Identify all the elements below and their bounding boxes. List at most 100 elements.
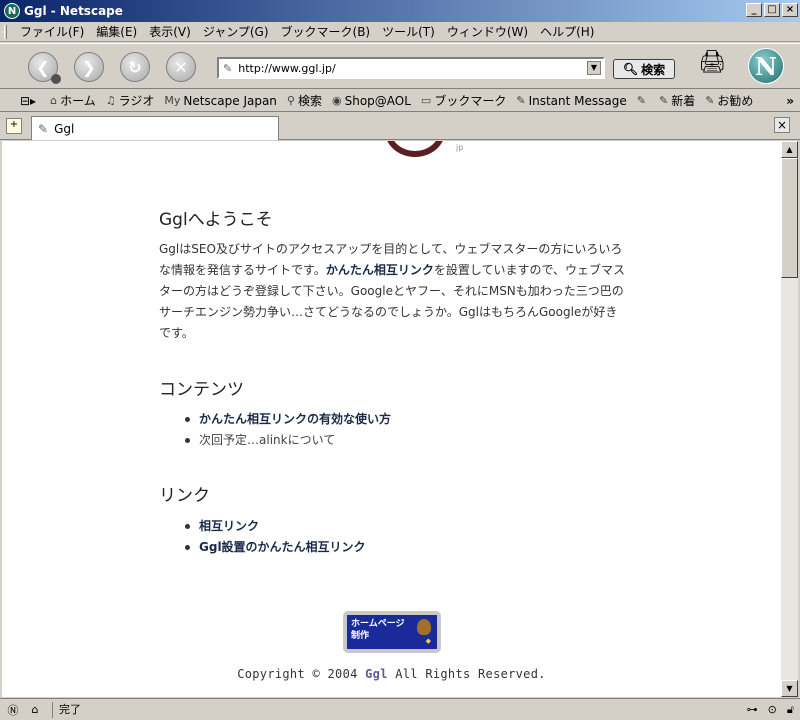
netscape-throbber-icon[interactable]: N [748, 48, 784, 84]
security-lock-icon[interactable]: 🔓︎ [787, 703, 794, 717]
tab-bar: + ✎ Ggl × [0, 113, 800, 140]
bookmark-label: Netscape Japan [183, 93, 277, 108]
page-proxy-icon[interactable]: ✎ [223, 62, 232, 75]
menu-window[interactable]: ウィンドウ(W) [441, 23, 534, 40]
links-heading: リンク [159, 486, 210, 506]
navigation-toolbar: ❮ ❯ ↻ ✕ ✎ http://www.ggl.jp/ ▼ 🔍︎ 検索 🖨︎ … [0, 43, 800, 89]
homepage-production-banner[interactable]: ホームページ 制作 ◆ [343, 611, 441, 653]
aol-icon: ◉ [332, 94, 342, 107]
how-to-use-link[interactable]: かんたん相互リンクの有効な使い方 [199, 409, 391, 430]
bookmark-icon: ✎ [705, 94, 715, 107]
bear-icon [417, 619, 431, 635]
list-item: かんたん相互リンクの有効な使い方 [185, 409, 391, 430]
privacy-icon[interactable]: ⊙ [768, 703, 777, 717]
scrollbar-thumb[interactable] [781, 158, 798, 278]
tab-ggl[interactable]: ✎ Ggl [31, 116, 279, 140]
bookmark-label: ラジオ [118, 94, 155, 108]
search-icon: ⚲ [286, 94, 295, 107]
personal-toolbar-menu[interactable]: ⊟▸ [20, 94, 36, 108]
menu-edit[interactable]: 編集(E) [90, 23, 143, 40]
contents-list: かんたん相互リンクの有効な使い方 次回予定…alinkについて [185, 409, 391, 451]
status-bar: Ⓝ ⌂ 完了 ⊶ ⊙ 🔓︎ [0, 698, 800, 720]
url-field[interactable]: ✎ http://www.ggl.jp/ ▼ [217, 57, 605, 79]
bookmark-search[interactable]: ⚲ 検索 [287, 92, 322, 109]
folder-icon: ▭ [420, 94, 432, 107]
menu-bar: ファイル(F) 編集(E) 表示(V) ジャンプ(G) ブックマーク(B) ツー… [0, 22, 800, 42]
reload-button[interactable]: ↻ [120, 52, 150, 82]
netscape-app-icon[interactable]: N [4, 3, 20, 19]
forward-button[interactable]: ❯ [74, 52, 104, 82]
list-item: 相互リンク [185, 516, 366, 537]
bookmark-netscape-japan[interactable]: My Netscape Japan [164, 94, 277, 108]
print-icon[interactable]: 🖨︎ [698, 50, 726, 78]
url-history-dropdown-icon[interactable]: ▼ [587, 61, 601, 75]
intro-paragraph: GglはSEO及びサイトのアクセスアップを目的として、ウェブマスターの方にいろい… [159, 239, 629, 344]
bookmark-label: お勧め [717, 94, 754, 108]
offline-status-icon[interactable]: ⌂ [26, 701, 44, 719]
toolbar-overflow-chevron-icon[interactable]: » [786, 94, 794, 108]
reload-icon: ↻ [128, 57, 142, 77]
bookmark-new[interactable]: ✎ 新着 [659, 92, 695, 109]
bookmark-icon: ✎ [636, 94, 646, 107]
personal-toolbar: ⊟▸ ⌂ ホーム ♫ ラジオ My Netscape Japan ⚲ 検索 ◉ Shop@… [0, 90, 800, 112]
bookmark-label: ブックマーク [434, 94, 507, 108]
my-icon: My [164, 94, 181, 107]
copyright-brand-link[interactable]: Ggl [365, 667, 388, 681]
search-button[interactable]: 🔍︎ 検索 [613, 59, 675, 79]
menu-bookmarks[interactable]: ブックマーク(B) [275, 23, 377, 40]
forward-arrow-icon: ❯ [82, 57, 96, 77]
back-arrow-icon: ❮ [36, 57, 50, 77]
bookmark-shop-aol[interactable]: ◉ Shop@AOL [332, 94, 411, 108]
new-tab-icon[interactable]: + [6, 118, 22, 134]
back-button[interactable]: ❮ [28, 52, 61, 84]
mutual-link-link[interactable]: 相互リンク [199, 516, 259, 537]
menu-go[interactable]: ジャンプ(G) [197, 23, 275, 40]
welcome-heading: Gglへようこそ [159, 210, 273, 230]
mutual-link-inline-link[interactable]: かんたん相互リンク [326, 263, 434, 277]
bookmark-label: 新着 [671, 94, 696, 108]
connection-icon[interactable]: ⊶ [747, 703, 758, 717]
maximize-button[interactable]: □ [764, 3, 780, 17]
scroll-down-icon[interactable]: ▼ [781, 680, 798, 697]
window-title: Ggl - Netscape [24, 4, 123, 18]
stop-button[interactable]: ✕ [166, 52, 196, 82]
home-icon: ⌂ [50, 94, 58, 107]
vertical-scrollbar[interactable]: ▲ ▼ [781, 141, 798, 697]
bookmark-home[interactable]: ⌂ ホーム [50, 92, 96, 109]
netscape-status-icon[interactable]: Ⓝ [4, 701, 22, 719]
menu-view[interactable]: 表示(V) [143, 23, 197, 40]
list-item: 次回予定…alinkについて [185, 430, 391, 451]
bookmark-recommended[interactable]: ✎ お勧め [705, 92, 753, 109]
bookmark-label: 検索 [297, 94, 322, 108]
contents-heading: コンテンツ [159, 380, 244, 400]
close-button[interactable]: × [782, 3, 798, 17]
bookmark-icon: ✎ [516, 94, 526, 107]
banner-logo-icon: ◆ [425, 637, 431, 645]
page-content: jp Gglへようこそ GglはSEO及びサイトのアクセスアップを目的として、ウ… [2, 141, 781, 697]
menu-help[interactable]: ヘルプ(H) [534, 23, 600, 40]
stop-icon: ✕ [174, 57, 188, 77]
copyright: Copyright © 2004 Ggl All Rights Reserved… [2, 667, 781, 681]
close-tab-icon[interactable]: × [774, 117, 790, 133]
url-text: http://www.ggl.jp/ [238, 61, 336, 75]
search-button-label: 検索 [641, 62, 666, 77]
site-logo-mark: jp [456, 143, 464, 152]
menu-file[interactable]: ファイル(F) [14, 23, 90, 40]
window-title-bar: N Ggl - Netscape _ □ × [0, 0, 800, 22]
status-text: 完了 [52, 701, 81, 718]
bookmark-instant-message[interactable]: ✎ Instant Message [516, 94, 626, 108]
minimize-button[interactable]: _ [746, 3, 762, 17]
bookmark-untitled[interactable]: ✎ [637, 94, 649, 107]
upcoming-alink-text: 次回予定…alinkについて [199, 433, 336, 447]
search-icon: 🔍︎ [622, 62, 639, 76]
ggl-mutual-link-link[interactable]: Ggl設置のかんたん相互リンク [199, 537, 366, 558]
bookmark-folder[interactable]: ▭ ブックマーク [421, 92, 506, 109]
bookmark-icon: ✎ [658, 94, 669, 107]
toolbar-grip-icon[interactable] [4, 25, 7, 39]
menu-tools[interactable]: ツール(T) [376, 23, 441, 40]
back-history-dropdown-icon[interactable] [51, 74, 61, 84]
scroll-up-icon[interactable]: ▲ [781, 141, 798, 158]
tab-label: Ggl [54, 121, 75, 136]
bookmark-label: ホーム [60, 94, 96, 108]
bookmark-radio[interactable]: ♫ ラジオ [106, 92, 155, 109]
